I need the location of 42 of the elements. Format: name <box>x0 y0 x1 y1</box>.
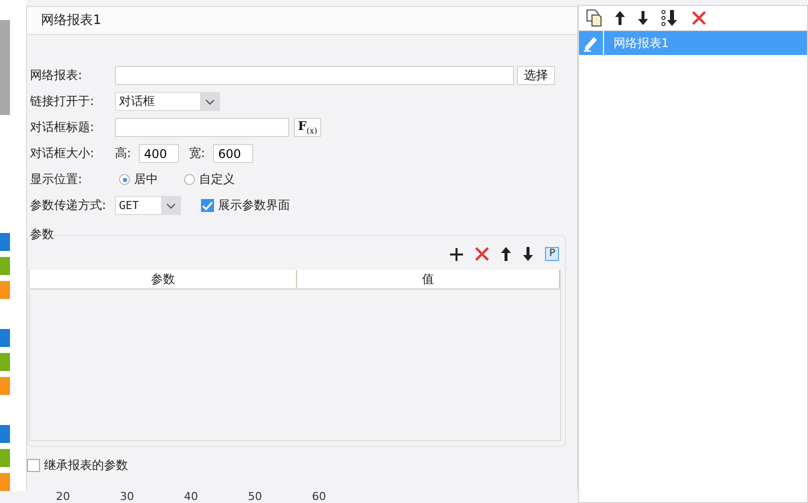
copy-icon[interactable] <box>586 9 602 27</box>
field-label: 对话框大小: <box>30 145 96 162</box>
delete-icon[interactable] <box>692 11 706 25</box>
field-label: 网络报表: <box>30 67 84 84</box>
caret-icon <box>166 202 176 208</box>
input-field[interactable]: 400 <box>139 144 180 163</box>
select-button[interactable]: 选择 <box>517 66 555 85</box>
field-label: 宽: <box>189 145 206 162</box>
column-header[interactable]: 值 <box>297 270 560 288</box>
dialog-title: 网络报表1 <box>27 7 578 35</box>
arrow-up-icon[interactable] <box>615 11 626 25</box>
formula-button[interactable]: F$_{(x)}$ <box>294 118 322 137</box>
input-field[interactable] <box>115 118 289 137</box>
axis-label: 30 <box>120 491 134 503</box>
checkbox[interactable]: 继承报表的参数 <box>27 457 578 474</box>
axis-label: 50 <box>248 491 262 503</box>
radio-button[interactable]: 居中 <box>119 171 158 188</box>
checkbox[interactable]: 展示参数界面 <box>201 197 290 214</box>
field-label: 链接打开于: <box>30 93 96 110</box>
arrow-up-icon[interactable] <box>501 247 512 261</box>
checkmark-icon <box>202 200 213 210</box>
input-field[interactable]: 600 <box>213 144 254 163</box>
dropdown[interactable]: 对话框 <box>115 92 220 111</box>
dropdown[interactable]: GET <box>115 196 181 215</box>
axis-label: 60 <box>312 491 326 503</box>
delete-icon[interactable] <box>475 247 490 261</box>
arrow-down-icon[interactable] <box>638 11 648 25</box>
arrow-down-icon[interactable] <box>523 247 534 261</box>
add-icon[interactable] <box>450 248 464 260</box>
axis-label: 20 <box>56 491 70 503</box>
group-title: 参数 <box>30 227 55 241</box>
parameter-button[interactable]: P <box>545 247 560 261</box>
axis-label: 40 <box>184 491 198 503</box>
field-label: 高: <box>115 145 132 162</box>
field-label: 显示位置: <box>30 171 84 188</box>
column-header[interactable]: 参数 <box>30 270 297 288</box>
field-label: 参数传递方式: <box>30 197 108 214</box>
field-label: 对话框标题: <box>30 119 96 136</box>
input-field[interactable] <box>115 66 514 85</box>
caret-icon <box>204 98 214 104</box>
radio-button[interactable]: 自定义 <box>184 171 235 188</box>
move-to-bottom-icon[interactable] <box>661 10 680 26</box>
